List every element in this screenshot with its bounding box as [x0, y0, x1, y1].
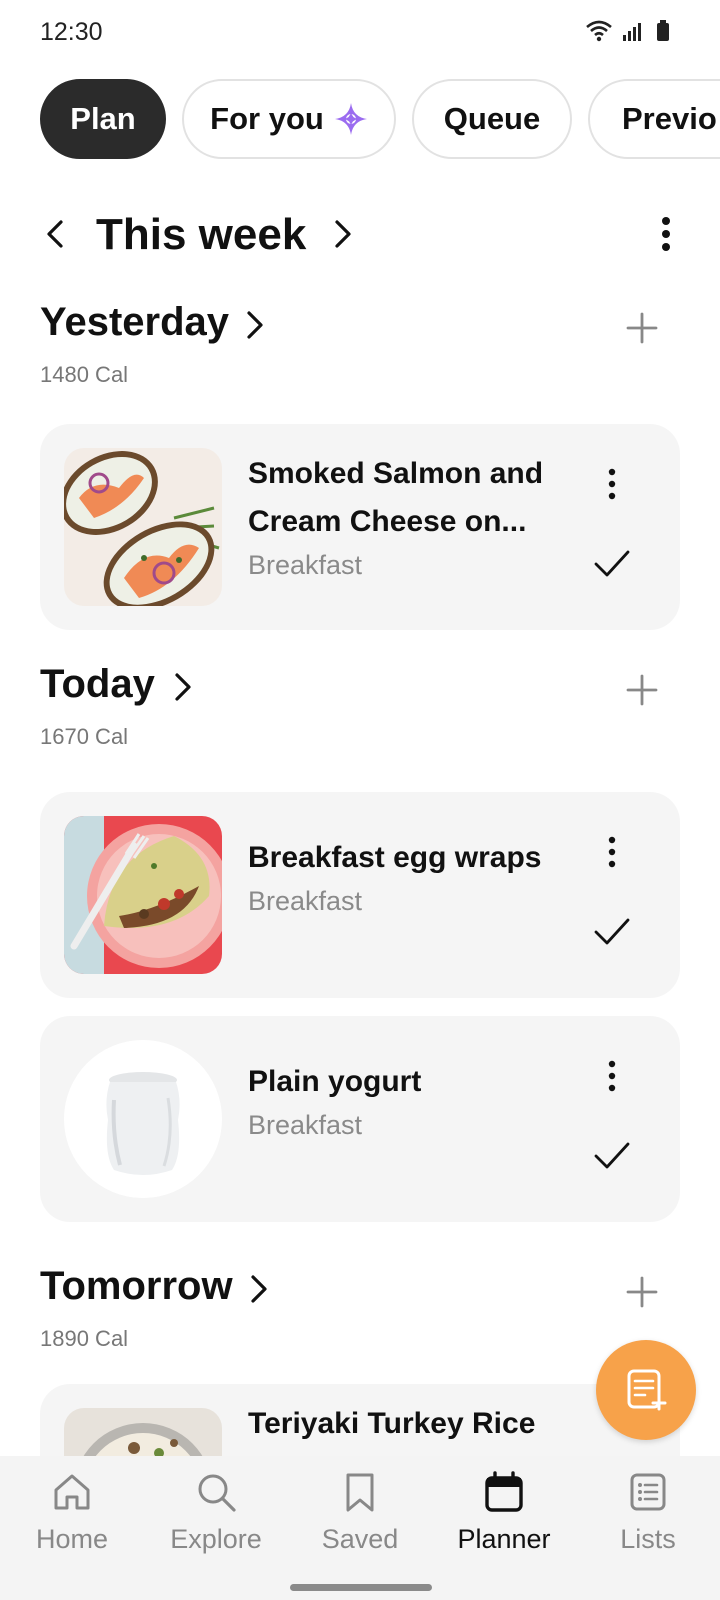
chevron-right-icon[interactable] [168, 670, 198, 704]
day-title[interactable]: Yesterday [40, 300, 229, 345]
chip-label: Plan [70, 101, 136, 136]
check-icon[interactable] [590, 910, 634, 954]
meal-title: Teriyaki Turkey Rice [248, 1407, 536, 1440]
nav-explore[interactable]: Explore [144, 1470, 288, 1570]
check-icon[interactable] [590, 542, 634, 586]
calendar-icon [485, 1471, 523, 1512]
chevron-right-icon[interactable] [244, 1272, 274, 1306]
week-title: This week [96, 210, 307, 259]
chip-label: Previo [622, 101, 717, 136]
add-to-list-fab[interactable] [596, 1340, 696, 1440]
day-header-tomorrow: Tomorrow 1890 Cal [40, 1264, 680, 1354]
nav-lists[interactable]: Lists [576, 1470, 720, 1570]
meal-title: Smoked Salmon and Cream Cheese on... [248, 457, 544, 538]
chip-label: For you [210, 101, 324, 136]
day-title[interactable]: Tomorrow [40, 1264, 233, 1309]
nav-label: Explore [170, 1524, 262, 1554]
meal-title: Breakfast egg wraps [248, 841, 542, 874]
chip-queue[interactable]: Queue [412, 79, 572, 159]
meal-card-salmon[interactable]: Smoked Salmon and Cream Cheese on... Bre… [40, 424, 680, 630]
filter-chips: Plan For you Queue Previo [40, 79, 720, 159]
day-title[interactable]: Today [40, 662, 155, 707]
add-icon[interactable] [620, 306, 664, 350]
nav-saved[interactable]: Saved [288, 1470, 432, 1570]
sparkle-icon [334, 103, 367, 135]
meal-card-yogurt[interactable]: Plain yogurt Breakfast [40, 1016, 680, 1222]
meal-title: Plain yogurt [248, 1065, 422, 1098]
nav-planner[interactable]: Planner [432, 1470, 576, 1570]
list-icon [630, 1473, 666, 1511]
check-icon[interactable] [590, 1134, 634, 1178]
status-icons [586, 20, 670, 42]
nav-label: Home [35, 1524, 109, 1554]
meal-type: Breakfast [248, 886, 363, 916]
more-vertical-icon[interactable] [592, 464, 632, 504]
chip-plan[interactable]: Plan [40, 79, 166, 159]
wifi-icon [586, 20, 612, 42]
meal-image-egg-wraps [64, 816, 222, 974]
chevron-right-icon[interactable] [324, 216, 360, 252]
more-vertical-icon[interactable] [592, 832, 632, 872]
signal-icon [623, 23, 641, 41]
chevron-left-icon[interactable] [38, 216, 74, 252]
nav-home[interactable]: Home [0, 1470, 144, 1570]
home-indicator[interactable] [290, 1584, 432, 1591]
meal-image-salmon-toast [64, 448, 222, 606]
nav-label: Planner [457, 1524, 551, 1554]
home-icon [54, 1474, 90, 1510]
more-vertical-icon[interactable] [592, 1056, 632, 1096]
day-header-yesterday: Yesterday 1480 Cal [40, 300, 680, 390]
chip-previous[interactable]: Previo [588, 79, 720, 159]
meal-card-egg-wraps[interactable]: Breakfast egg wraps Breakfast [40, 792, 680, 998]
nav-label: Saved [321, 1524, 399, 1554]
chip-for-you[interactable]: For you [182, 79, 396, 159]
chip-label: Queue [443, 101, 541, 136]
meal-image-yogurt [64, 1040, 222, 1198]
meal-type: Breakfast [248, 1110, 363, 1140]
bottom-navigation: Home Explore Saved Planner Lists [0, 1456, 720, 1600]
note-add-icon [627, 1369, 667, 1411]
chevron-right-icon[interactable] [240, 308, 270, 342]
status-bar: 12:30 [0, 0, 720, 66]
battery-icon [657, 20, 669, 41]
search-icon [198, 1474, 236, 1512]
status-time: 12:30 [40, 18, 103, 46]
day-calories: 1480 Cal [40, 362, 129, 387]
add-icon[interactable] [620, 668, 664, 712]
bookmark-icon [346, 1473, 374, 1512]
meal-type: Breakfast [248, 550, 363, 580]
nav-label: Lists [620, 1524, 676, 1554]
more-vertical-icon[interactable] [646, 214, 686, 254]
add-icon[interactable] [620, 1270, 664, 1314]
day-calories: 1670 Cal [40, 724, 129, 749]
day-calories: 1890 Cal [40, 1326, 129, 1351]
week-header: This week [0, 200, 720, 270]
day-header-today: Today 1670 Cal [40, 662, 680, 752]
